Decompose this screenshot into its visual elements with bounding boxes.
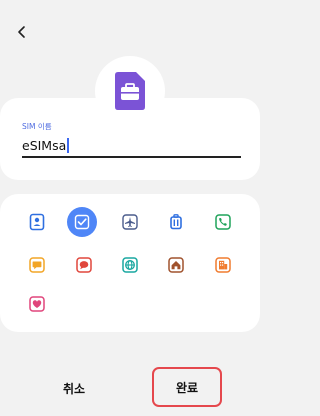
sim-card-briefcase-icon (115, 72, 145, 110)
heart-icon (29, 296, 45, 312)
airplane-icon (122, 214, 138, 230)
luggage-icon (170, 214, 182, 230)
icon-option-luggage[interactable] (161, 207, 191, 237)
icon-option-home[interactable] (161, 250, 191, 280)
icon-option-airplane[interactable] (115, 207, 145, 237)
building-icon (215, 257, 231, 273)
sim-edit-screen: SIM 이름 eSIMsa 취소 완료 (0, 0, 260, 416)
chat-bubble-icon (76, 257, 92, 273)
icon-option-chat[interactable] (22, 250, 52, 280)
text-caret (67, 138, 70, 153)
chevron-left-icon (18, 26, 25, 38)
sim-hero-avatar (95, 56, 165, 126)
sim-name-value: eSIMsa (22, 138, 67, 153)
person-icon (29, 213, 45, 231)
icon-option-person[interactable] (22, 207, 52, 237)
sim-name-label: SIM 이름 (22, 122, 52, 131)
cancel-button[interactable]: 취소 (30, 370, 118, 406)
icon-option-heart[interactable] (22, 289, 52, 319)
back-button[interactable] (10, 20, 34, 44)
sim-name-underline (22, 156, 241, 158)
globe-icon (122, 257, 138, 273)
chat-icon (29, 257, 45, 273)
home-icon (168, 257, 184, 273)
icon-option-building[interactable] (208, 250, 238, 280)
done-button[interactable]: 완료 (152, 367, 222, 407)
sim-name-input[interactable]: eSIMsa (22, 138, 70, 153)
icon-option-selected[interactable] (67, 207, 97, 237)
phone-icon (215, 214, 231, 230)
icon-option-phone[interactable] (208, 207, 238, 237)
check-icon (74, 214, 90, 230)
icon-option-globe[interactable] (115, 250, 145, 280)
icon-option-chat-bubble[interactable] (69, 250, 99, 280)
